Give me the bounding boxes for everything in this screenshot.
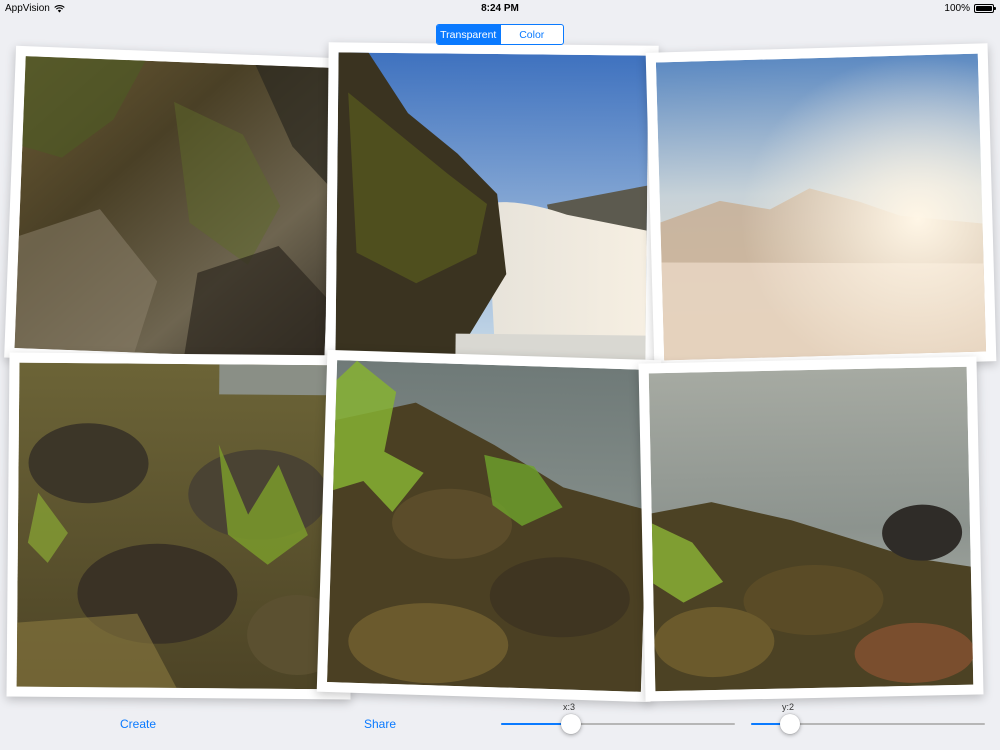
shoreline-plants-photo [327,360,651,692]
collage-tile-4[interactable] [6,352,354,700]
cliff-photo [14,56,336,360]
x-slider-label: x:3 [562,702,575,712]
misty-sunrise-photo [655,53,987,361]
photo-collage [0,0,1000,703]
share-button[interactable]: Share [364,717,396,731]
create-button[interactable]: Create [120,717,156,731]
collage-tile-1[interactable] [4,45,346,371]
mossy-rocks-photo [16,362,348,690]
background-mode-segmented-control[interactable]: Transparent Color [436,24,564,45]
x-slider-thumb[interactable] [561,714,581,734]
collage-tile-5[interactable] [316,349,662,703]
bottom-toolbar: Create Share x:3 y:2 [0,700,1000,750]
collage-tile-2[interactable] [325,42,659,370]
segment-transparent[interactable]: Transparent [437,25,500,44]
y-slider-thumb[interactable] [780,714,800,734]
segment-color[interactable]: Color [499,25,564,44]
x-slider-track[interactable] [501,723,735,725]
collage-tile-6[interactable] [638,356,984,702]
waterfall-photo [335,52,649,360]
sea-rocks-photo [648,366,975,692]
collage-tile-3[interactable] [645,43,997,371]
y-slider-label: y:2 [781,702,794,712]
